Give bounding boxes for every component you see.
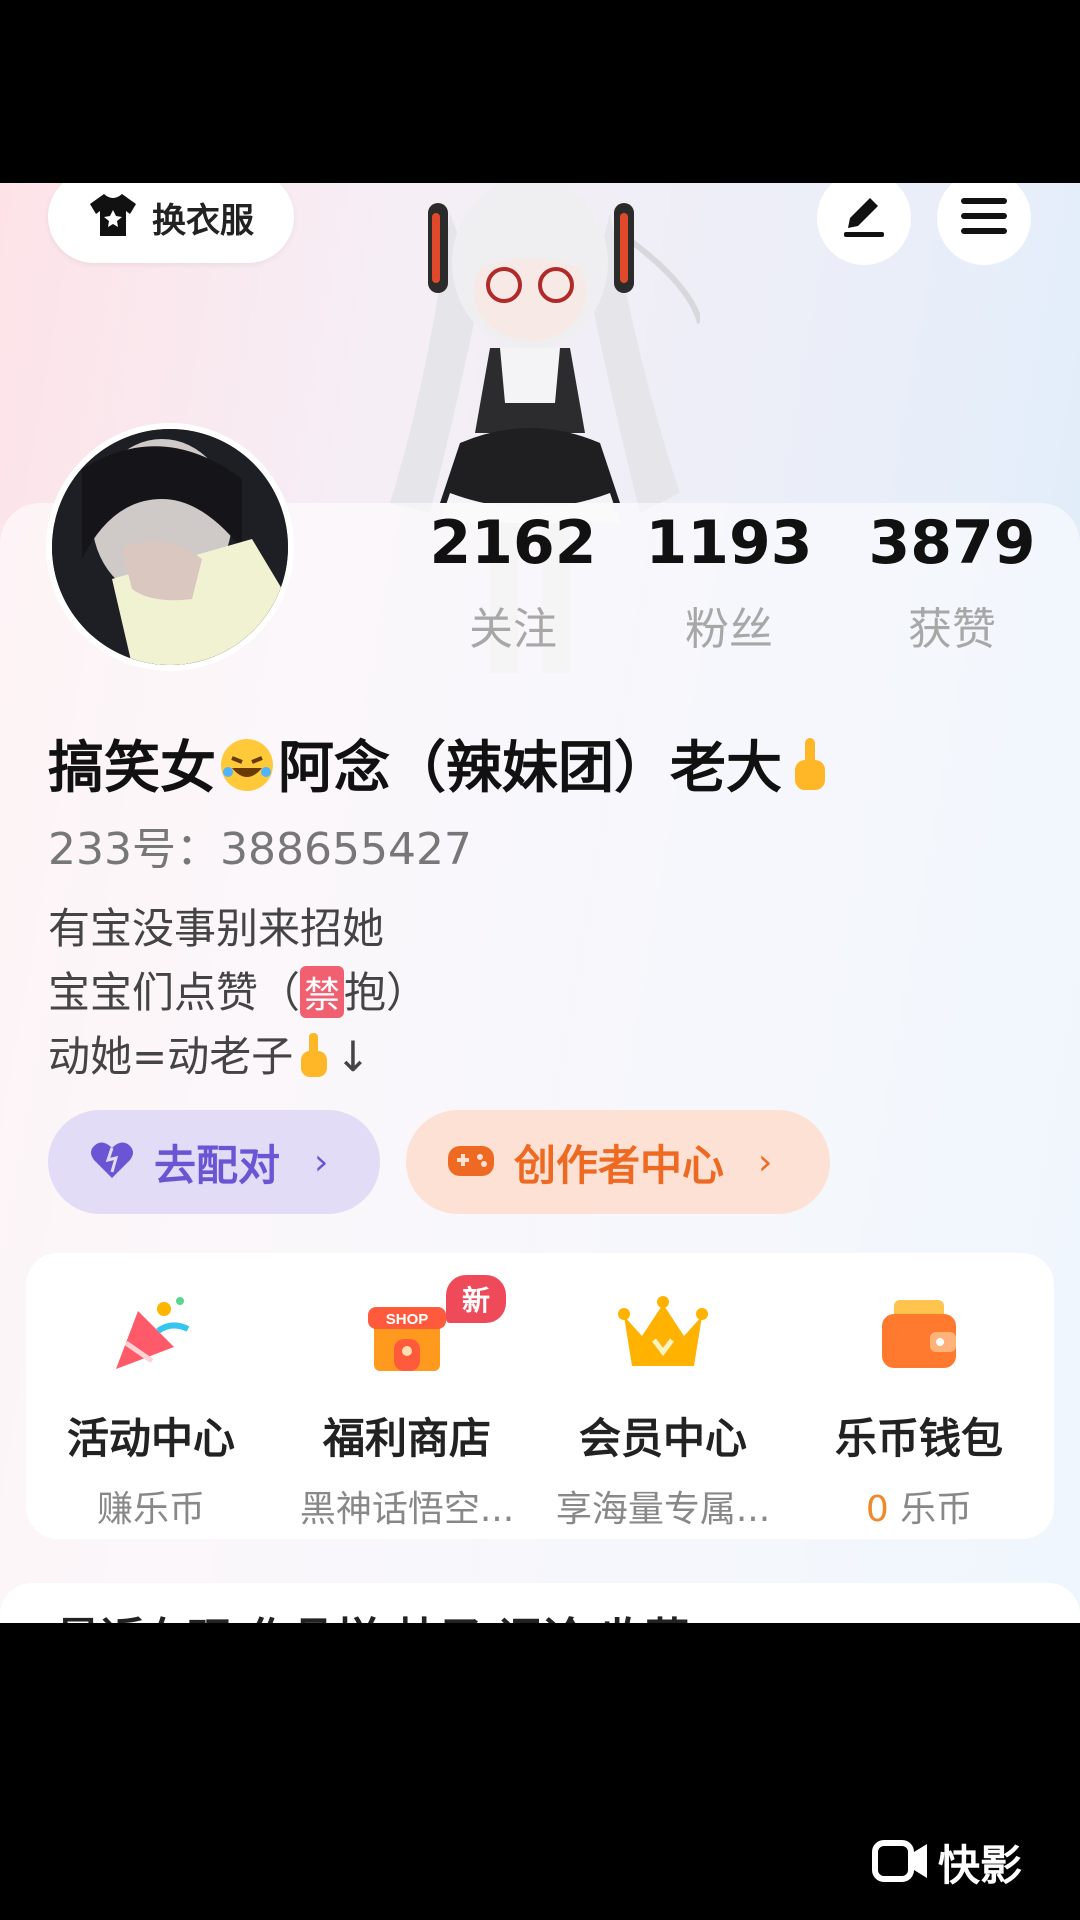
watermark-label: 快影 bbox=[938, 1841, 1023, 1890]
services-panel: 活动中心 赚乐币 SHOP 福利商店 黑神话悟空... 新 会员中心 享海量专属… bbox=[26, 1253, 1054, 1539]
crown-icon bbox=[538, 1289, 788, 1379]
menu-icon bbox=[961, 196, 1007, 240]
bio-line-3-tail: ↓ bbox=[335, 1032, 371, 1081]
kuaiying-watermark: 快影 bbox=[872, 1832, 1022, 1893]
shirt-icon bbox=[88, 192, 138, 242]
forbidden-badge: 禁 bbox=[300, 966, 345, 1018]
bio-line-3-text: 动她=动老子 bbox=[48, 1032, 294, 1081]
following-label: 关注 bbox=[469, 604, 557, 655]
username: 搞笑女 阿念（辣妹团）老大 bbox=[48, 723, 830, 808]
fans-count: 1193 bbox=[645, 508, 813, 578]
activity-center-item[interactable]: 活动中心 赚乐币 bbox=[26, 1289, 276, 1532]
party-popper-icon bbox=[26, 1289, 276, 1379]
rofl-emoji-icon bbox=[218, 736, 276, 808]
activity-center-sub: 赚乐币 bbox=[96, 1489, 205, 1530]
stat-fans[interactable]: 1193 粉丝 bbox=[634, 513, 824, 657]
stat-likes[interactable]: 3879 获赞 bbox=[857, 513, 1047, 657]
change-outfit-label: 换衣服 bbox=[152, 200, 254, 241]
bio-line-3: 动她=动老子 ↓ bbox=[48, 1023, 370, 1089]
bio-line-2-end: 抱） bbox=[344, 968, 429, 1017]
change-outfit-button[interactable]: 换衣服 bbox=[48, 183, 294, 263]
bio-line-1: 有宝没事别来招她 bbox=[48, 904, 385, 953]
tabs-row-partial[interactable]: 最近在玩 作品样 帖子 评论 收藏 bbox=[56, 1603, 689, 1623]
creator-center-button[interactable]: 创作者中心 › bbox=[406, 1110, 830, 1214]
coin-wallet-item[interactable]: 乐币钱包 0 乐币 bbox=[794, 1289, 1044, 1532]
gamepad-icon bbox=[446, 1140, 496, 1184]
coin-balance: 0 bbox=[865, 1489, 889, 1530]
likes-label: 获赞 bbox=[908, 604, 996, 655]
avatar[interactable] bbox=[46, 423, 294, 671]
middle-finger-emoji-icon bbox=[790, 736, 830, 808]
profile-screen: 换衣服 2162 关注 1193 粉丝 3879 获赞 搞笑女 阿念（辣妹团）老… bbox=[0, 183, 1080, 1623]
welfare-shop-title: 福利商店 bbox=[322, 1414, 491, 1463]
chevron-right-icon: › bbox=[758, 1141, 773, 1183]
username-part1: 搞笑女 bbox=[48, 736, 216, 801]
vip-center-sub: 享海量专属... bbox=[555, 1489, 771, 1530]
menu-button[interactable] bbox=[937, 183, 1031, 265]
content-tabs: 最近在玩 作品样 帖子 评论 收藏 bbox=[0, 1583, 1080, 1623]
heart-icon bbox=[88, 1140, 136, 1184]
creator-center-label: 创作者中心 bbox=[514, 1140, 725, 1190]
camera-logo-icon bbox=[872, 1838, 930, 1888]
user-id: 233号：388655427 bbox=[48, 824, 472, 875]
bio-line-2: 宝宝们点赞（ 禁抱） bbox=[48, 959, 428, 1020]
edit-profile-button[interactable] bbox=[817, 183, 911, 265]
welfare-shop-sub: 黑神话悟空... bbox=[299, 1489, 515, 1530]
fans-label: 粉丝 bbox=[685, 604, 773, 655]
new-badge: 新 bbox=[446, 1275, 507, 1323]
activity-center-title: 活动中心 bbox=[66, 1414, 235, 1463]
wallet-icon bbox=[794, 1289, 1044, 1379]
coin-wallet-title: 乐币钱包 bbox=[834, 1414, 1003, 1463]
go-match-label: 去配对 bbox=[154, 1140, 281, 1190]
chevron-right-icon: › bbox=[314, 1141, 329, 1183]
coin-unit: 乐币 bbox=[900, 1489, 973, 1530]
following-count: 2162 bbox=[429, 508, 597, 578]
go-match-button[interactable]: 去配对 › bbox=[48, 1110, 380, 1214]
likes-count: 3879 bbox=[868, 508, 1036, 578]
coin-wallet-sub: 0 乐币 bbox=[794, 1480, 1044, 1532]
welfare-shop-item[interactable]: SHOP 福利商店 黑神话悟空... bbox=[282, 1289, 532, 1532]
stat-following[interactable]: 2162 关注 bbox=[418, 513, 608, 657]
username-part2: 阿念（辣妹团）老大 bbox=[278, 736, 782, 801]
middle-finger-emoji-icon bbox=[297, 1031, 331, 1089]
bio-line-2-start: 宝宝们点赞（ bbox=[48, 968, 301, 1017]
edit-icon bbox=[840, 192, 888, 244]
shop-sign-text: SHOP bbox=[386, 1311, 429, 1328]
vip-center-item[interactable]: 会员中心 享海量专属... bbox=[538, 1289, 788, 1532]
vip-center-title: 会员中心 bbox=[578, 1414, 747, 1463]
